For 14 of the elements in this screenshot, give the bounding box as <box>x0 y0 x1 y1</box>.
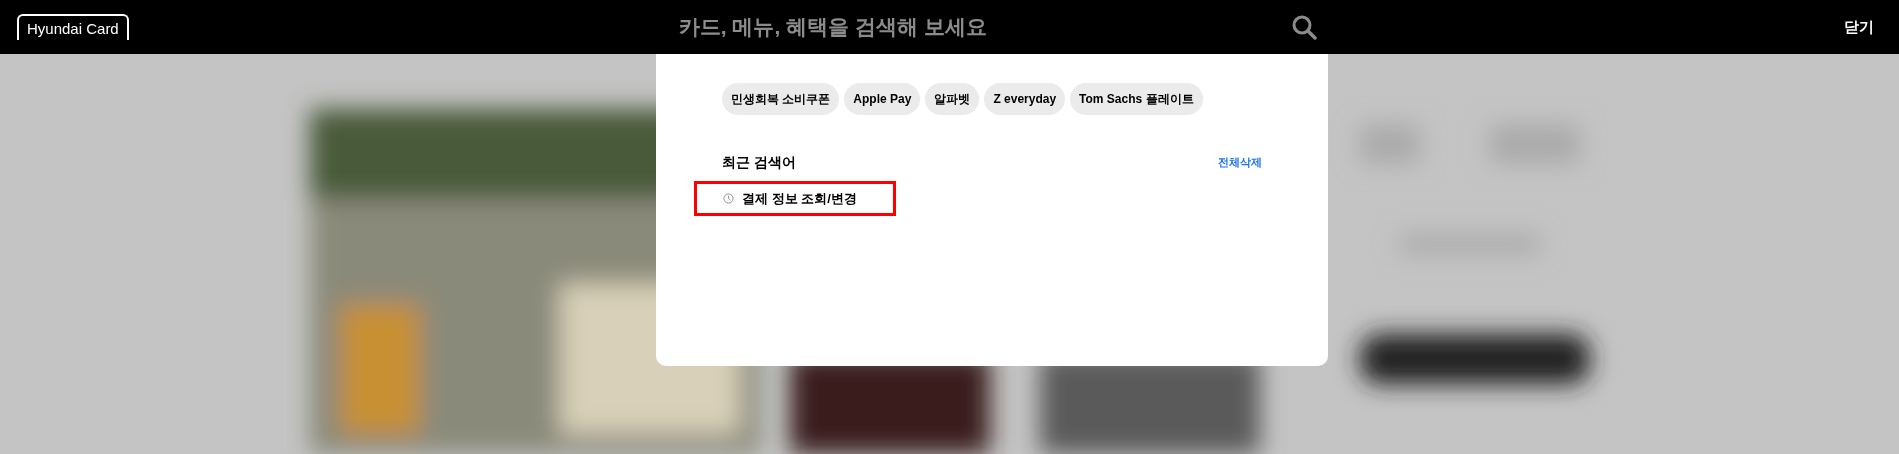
recent-search-text: 결제 정보 조회/변경 <box>742 189 857 208</box>
close-button[interactable]: 닫기 <box>1844 15 1874 39</box>
suggestion-chip[interactable]: 민생회복 소비쿠폰 <box>722 83 840 115</box>
search-icon[interactable] <box>1290 14 1317 40</box>
recent-search-item[interactable]: 결제 정보 조회/변경 <box>694 181 896 216</box>
recent-searches-title: 최근 검색어 <box>722 153 796 172</box>
suggestion-chip[interactable]: Apple Pay <box>844 83 921 115</box>
clear-all-link[interactable]: 전체삭제 <box>1218 154 1262 171</box>
search-field[interactable]: 카드, 메뉴, 혜택을 검색해 보세요 <box>676 11 1281 43</box>
suggestion-chip[interactable]: Tom Sachs 플레이트 <box>1070 83 1203 115</box>
suggestion-chip[interactable]: Z everyday <box>984 83 1066 115</box>
suggestion-chip[interactable]: 알파벳 <box>925 83 980 115</box>
logo[interactable]: Hyundai Card <box>17 14 129 40</box>
clock-icon <box>723 193 734 204</box>
